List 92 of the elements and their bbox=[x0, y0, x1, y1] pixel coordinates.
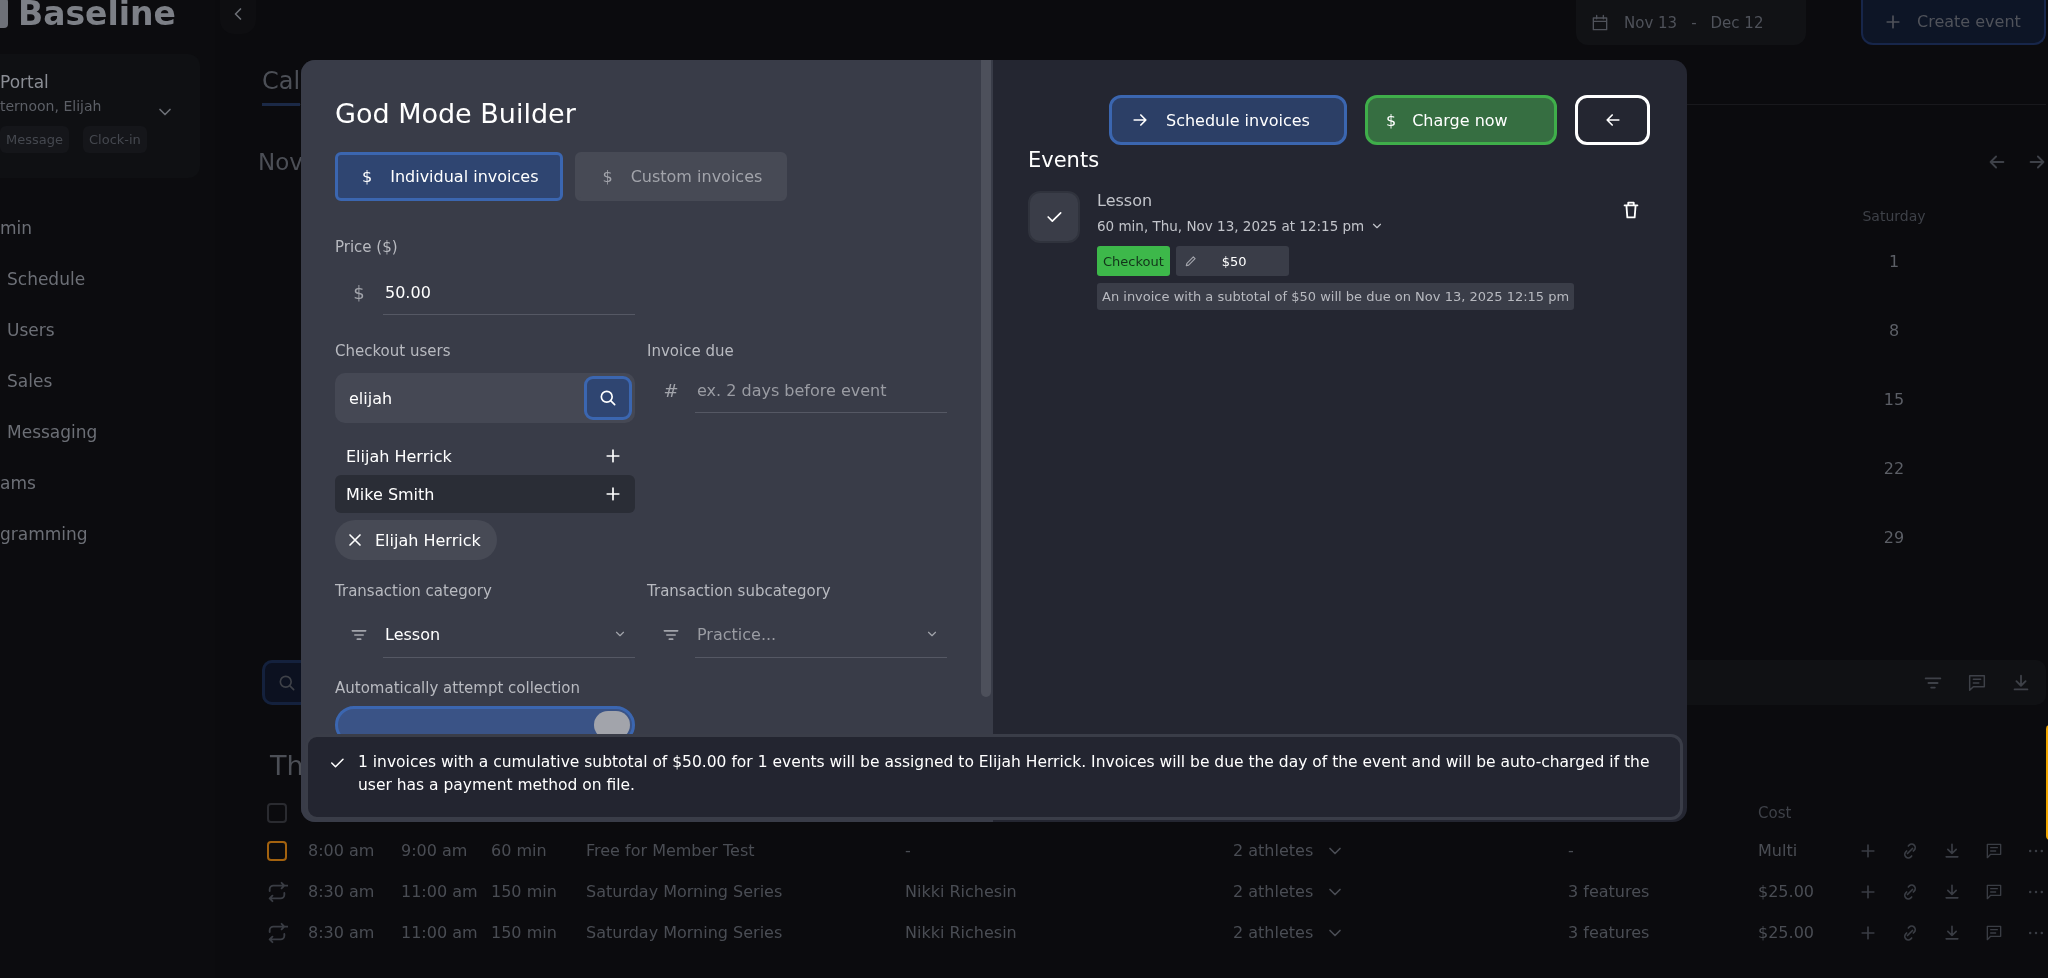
status-badge: Checkout bbox=[1097, 246, 1170, 276]
nav-item[interactable]: Users bbox=[0, 304, 215, 355]
currency-prefix: $ bbox=[352, 281, 366, 305]
field-label: Transaction category bbox=[335, 582, 492, 600]
invoice-due-field[interactable]: ex. 2 days before event bbox=[695, 368, 947, 413]
duration: 60 min bbox=[491, 841, 548, 860]
hash-prefix: # bbox=[662, 379, 680, 403]
cost: $25.00 bbox=[1758, 923, 1815, 942]
duration: 150 min bbox=[491, 923, 558, 942]
subcategory-select[interactable]: Practice... bbox=[695, 611, 947, 658]
end-date: Dec 12 bbox=[1710, 13, 1764, 32]
coach-name: - bbox=[905, 841, 912, 860]
user-chip[interactable]: Elijah Herrick bbox=[335, 520, 497, 560]
repeat-icon bbox=[266, 921, 288, 944]
mode-tab[interactable]: $ Individual invoices bbox=[335, 152, 564, 201]
day-number[interactable]: 1 bbox=[1888, 231, 1900, 300]
search-icon bbox=[598, 388, 618, 408]
feature-count: 3 features bbox=[1568, 882, 1651, 901]
feature-count: 3 features bbox=[1568, 923, 1651, 942]
search-button[interactable] bbox=[584, 376, 632, 420]
start-date: Nov 13 bbox=[1624, 13, 1678, 32]
repeat-icon bbox=[266, 880, 288, 903]
athlete-count[interactable]: 2 athletes bbox=[1233, 923, 1314, 942]
pencil-icon bbox=[1183, 254, 1198, 268]
portal-title: Portal bbox=[0, 72, 50, 92]
event-title: Lesson bbox=[1097, 191, 1154, 210]
athlete-count[interactable]: 2 athletes bbox=[1233, 841, 1314, 860]
events-heading: Events bbox=[1028, 148, 1100, 172]
amount-field[interactable]: $50 bbox=[1175, 246, 1289, 276]
summary-text: 1 invoices with a cumulative subtotal of $50.00 for 1 events will be assigned to Elijah Herrick. Invoices will be due the day of the event and will be auto-charged if the user has a payment method on file. bbox=[358, 752, 1651, 796]
invoice-note: An invoice with a subtotal of $50 will be due on Nov 13, 2025 12:15 pm bbox=[1097, 283, 1575, 310]
cost: Multi bbox=[1758, 841, 1799, 860]
dollar-icon: $ bbox=[362, 167, 373, 186]
select-all-checkbox[interactable] bbox=[267, 802, 287, 823]
start-time: 8:30 am bbox=[308, 923, 376, 942]
event-square-icon bbox=[267, 840, 287, 861]
start-time: 8:00 am bbox=[308, 841, 376, 860]
end-time: 11:00 am bbox=[401, 923, 479, 942]
user-chip-label: Elijah Herrick bbox=[375, 530, 481, 550]
coach-name: Nikki Richesin bbox=[905, 882, 1018, 901]
month-title: Nov bbox=[258, 149, 303, 175]
dollar-icon: $ bbox=[1386, 110, 1397, 130]
calendar-icon bbox=[1590, 12, 1610, 33]
coach-name: Nikki Richesin bbox=[905, 923, 1018, 942]
end-time: 9:00 am bbox=[401, 841, 469, 860]
schedule-invoices-button[interactable]: Schedule invoices bbox=[1109, 95, 1347, 145]
user-search-field[interactable]: elijah bbox=[335, 373, 635, 423]
event-title: Saturday Morning Series bbox=[586, 923, 784, 942]
event-checkbox[interactable] bbox=[1028, 191, 1080, 243]
user-result[interactable]: Mike Smith bbox=[335, 475, 635, 513]
event-title: Free for Member Test bbox=[586, 841, 756, 860]
day-number[interactable]: 8 bbox=[1888, 300, 1900, 369]
category-select[interactable]: Lesson bbox=[383, 611, 635, 658]
nav-item[interactable]: Sales bbox=[0, 355, 215, 406]
create-event-button[interactable]: Create event bbox=[1861, 0, 2046, 45]
day-number[interactable]: 15 bbox=[1883, 369, 1905, 438]
mode-tab[interactable]: $ Custom invoices bbox=[575, 152, 788, 201]
end-time: 11:00 am bbox=[401, 882, 479, 901]
price-field[interactable]: 50.00 bbox=[383, 270, 635, 315]
field-label: Transaction subcategory bbox=[647, 582, 831, 600]
nav-item[interactable]: Messaging bbox=[0, 406, 215, 457]
field-label: Automatically attempt collection bbox=[335, 679, 581, 697]
event-title: Saturday Morning Series bbox=[586, 882, 784, 901]
logo-icon bbox=[0, 0, 8, 28]
day-number[interactable]: 22 bbox=[1883, 438, 1905, 507]
field-label: Invoice due bbox=[647, 342, 734, 360]
start-time: 8:30 am bbox=[308, 882, 376, 901]
column-header: Cost bbox=[1758, 803, 1793, 822]
duration: 150 min bbox=[491, 882, 558, 901]
feature-count: - bbox=[1568, 841, 1575, 860]
field-label: Price ($) bbox=[335, 238, 398, 256]
scrollbar-thumb[interactable] bbox=[981, 60, 991, 697]
back-button[interactable] bbox=[1575, 95, 1650, 145]
nav-section[interactable]: ams bbox=[0, 457, 215, 508]
nav-section[interactable]: min bbox=[0, 202, 215, 253]
dialog-title: God Mode Builder bbox=[335, 97, 576, 129]
field-label: Checkout users bbox=[335, 342, 451, 360]
nav-item[interactable]: Schedule bbox=[0, 253, 215, 304]
charge-now-button[interactable]: $ Charge now bbox=[1365, 95, 1557, 145]
dollar-icon: $ bbox=[602, 167, 613, 186]
day-number[interactable]: 29 bbox=[1883, 507, 1905, 576]
date-separator: - bbox=[1691, 13, 1697, 32]
nav-section[interactable]: gramming bbox=[0, 508, 215, 559]
greeting-text: ternoon, Elijah bbox=[0, 98, 102, 114]
cost: $25.00 bbox=[1758, 882, 1815, 901]
date-range-picker[interactable]: Nov 13 - Dec 12 bbox=[1576, 0, 1806, 45]
event-time: 60 min, Thu, Nov 13, 2025 at 12:15 pm bbox=[1097, 218, 1365, 234]
athlete-count[interactable]: 2 athletes bbox=[1233, 882, 1314, 901]
logo-text: Baseline bbox=[18, 0, 176, 33]
weekday-header: Saturday bbox=[1862, 207, 1926, 226]
user-result[interactable]: Elijah Herrick bbox=[335, 437, 635, 475]
section-heading: Th bbox=[270, 749, 304, 781]
